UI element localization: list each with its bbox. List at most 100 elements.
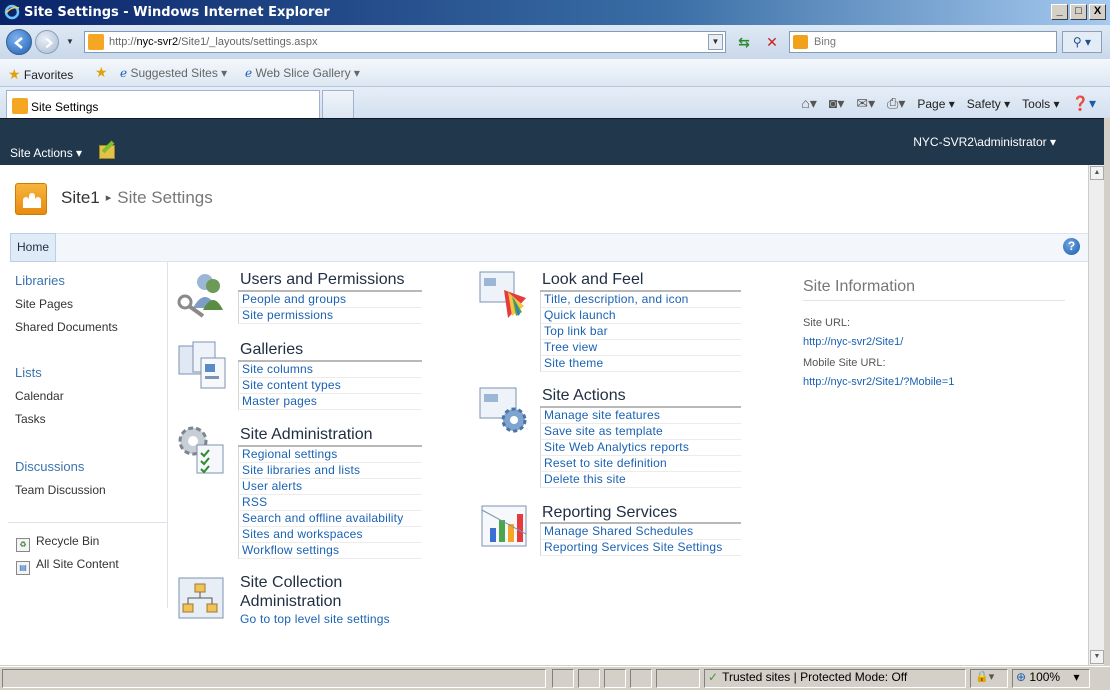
web-slice-gallery-link[interactable]: ℯ Web Slice Gallery ▾ — [245, 66, 360, 80]
status-bar: ✓ Trusted sites | Protected Mode: Off 🔒▾ … — [0, 666, 1110, 690]
home-icon[interactable]: ⌂▾ — [801, 95, 816, 112]
sidebar-item-team-discussion[interactable]: Team Discussion — [15, 483, 106, 497]
top-link-bar: Home — [10, 233, 1088, 262]
site-permissions-link[interactable]: Site permissions — [238, 308, 422, 324]
delete-site-link[interactable]: Delete this site — [540, 472, 741, 488]
zoom-level[interactable]: ⊕ 100% ▾ — [1016, 670, 1079, 684]
search-button[interactable]: ⚲ ▾ — [1062, 31, 1102, 53]
forward-button[interactable] — [35, 30, 59, 54]
print-icon[interactable]: ⎙▾ — [887, 95, 905, 112]
rss-link[interactable]: RSS — [238, 495, 422, 511]
all-site-content-link[interactable]: ▤ All Site Content — [16, 557, 119, 575]
site-theme-link[interactable]: Site theme — [540, 356, 741, 372]
tab-home[interactable]: Home — [10, 233, 57, 262]
maximize-button[interactable]: □ — [1070, 4, 1087, 20]
sites-workspaces-link[interactable]: Sites and workspaces — [238, 527, 422, 543]
site-actions-menu[interactable]: Site Actions ▾ — [10, 146, 82, 160]
people-and-groups-link[interactable]: People and groups — [238, 292, 422, 308]
recent-pages-dropdown-icon[interactable]: ▼ — [66, 37, 74, 46]
site-information-heading: Site Information — [803, 278, 916, 295]
status-cell — [656, 669, 700, 688]
site-logo[interactable] — [15, 183, 47, 215]
site-favicon-icon — [12, 98, 28, 114]
scroll-down-icon[interactable]: ▼ — [1090, 650, 1104, 664]
reporting-services-site-settings-link[interactable]: Reporting Services Site Settings — [540, 540, 741, 556]
tree-view-link[interactable]: Tree view — [540, 340, 741, 356]
site-actions-icon — [479, 387, 527, 433]
scroll-up-icon[interactable]: ▲ — [1090, 166, 1104, 180]
vertical-scrollbar[interactable]: ▲ ▼ — [1088, 165, 1104, 665]
galleries-links: Site columns Site content types Master p… — [238, 360, 422, 410]
site-libraries-lists-link[interactable]: Site libraries and lists — [238, 463, 422, 479]
save-site-as-template-link[interactable]: Save site as template — [540, 424, 741, 440]
safety-menu[interactable]: Safety ▾ — [967, 97, 1010, 111]
master-pages-link[interactable]: Master pages — [238, 394, 422, 410]
suggested-sites-link[interactable]: ℯ Suggested Sites ▾ — [120, 66, 227, 80]
help-icon[interactable]: ❓▾ — [1072, 95, 1096, 112]
address-dropdown-icon[interactable]: ▼ — [708, 34, 723, 50]
manage-shared-schedules-link[interactable]: Manage Shared Schedules — [540, 524, 741, 540]
favorites-bar: ★ Favorites ★ ℯ Suggested Sites ▾ ℯ Web … — [0, 59, 1110, 87]
help-icon[interactable]: ? — [1063, 238, 1080, 255]
user-menu[interactable]: NYC-SVR2\administrator ▾ — [913, 135, 1056, 149]
regional-settings-link[interactable]: Regional settings — [238, 447, 422, 463]
address-input[interactable]: http://nyc-svr2/Site1/_layouts/settings.… — [84, 31, 726, 53]
users-permissions-links: People and groups Site permissions — [238, 290, 422, 324]
status-cell — [630, 669, 652, 688]
sidebar-heading-lists[interactable]: Lists — [15, 365, 42, 380]
sidebar-heading-libraries[interactable]: Libraries — [15, 273, 65, 288]
breadcrumb: Site1 ▸ Site Settings — [61, 188, 213, 208]
edit-page-icon[interactable] — [99, 145, 115, 159]
site-web-analytics-link[interactable]: Site Web Analytics reports — [540, 440, 741, 456]
site-actions-heading: Site Actions — [542, 387, 626, 404]
quick-launch-link[interactable]: Quick launch — [540, 308, 741, 324]
mail-icon[interactable]: ✉▾ — [856, 95, 875, 112]
breadcrumb-separator: ▸ — [105, 192, 112, 204]
reset-site-definition-link[interactable]: Reset to site definition — [540, 456, 741, 472]
minimize-button[interactable]: _ — [1051, 4, 1068, 20]
sidebar-item-tasks[interactable]: Tasks — [15, 412, 46, 426]
sidebar-item-calendar[interactable]: Calendar — [15, 389, 64, 403]
workflow-settings-link[interactable]: Workflow settings — [238, 543, 422, 559]
recycle-bin-link[interactable]: ♻ Recycle Bin — [16, 534, 99, 552]
look-and-feel-icon — [479, 271, 526, 318]
site-columns-link[interactable]: Site columns — [238, 362, 422, 378]
site-information-divider — [803, 300, 1065, 301]
window-title-bar: Site Settings - Windows Internet Explore… — [0, 0, 1110, 25]
check-icon: ✓ — [708, 670, 719, 684]
zoom-icon: ⊕ — [1016, 670, 1027, 684]
site-collection-administration-heading-line2: Administration — [240, 593, 342, 610]
top-level-site-settings-link[interactable]: Go to top level site settings — [240, 612, 390, 626]
site-administration-links: Regional settings Site libraries and lis… — [238, 445, 422, 559]
refresh-icon[interactable]: ⇆ — [734, 32, 754, 52]
top-link-bar-link[interactable]: Top link bar — [540, 324, 741, 340]
user-alerts-link[interactable]: User alerts — [238, 479, 422, 495]
sharepoint-ribbon: Site Actions ▾ NYC-SVR2\administrator ▾ — [0, 118, 1104, 165]
site-url-value[interactable]: http://nyc-svr2/Site1/ — [803, 336, 903, 348]
sidebar-heading-discussions[interactable]: Discussions — [15, 459, 84, 474]
sidebar-item-site-pages[interactable]: Site Pages — [15, 297, 73, 311]
add-to-favorites-icon[interactable]: ★ — [95, 64, 108, 81]
tools-menu[interactable]: Tools ▾ — [1022, 97, 1059, 111]
search-input[interactable]: Bing — [789, 31, 1057, 53]
security-zone: ✓ Trusted sites | Protected Mode: Off — [708, 670, 908, 684]
title-description-icon-link[interactable]: Title, description, and icon — [540, 292, 741, 308]
back-button[interactable] — [6, 29, 32, 55]
sidebar-item-shared-documents[interactable]: Shared Documents — [15, 320, 118, 334]
new-tab-button[interactable] — [322, 90, 354, 118]
mobile-site-url-value[interactable]: http://nyc-svr2/Site1/?Mobile=1 — [803, 376, 954, 388]
manage-site-features-link[interactable]: Manage site features — [540, 408, 741, 424]
close-button[interactable]: X — [1089, 4, 1106, 20]
site-content-types-link[interactable]: Site content types — [238, 378, 422, 394]
feeds-icon[interactable]: ◙▾ — [829, 95, 844, 112]
galleries-icon — [178, 341, 226, 389]
look-and-feel-heading: Look and Feel — [542, 271, 644, 288]
favorites-button[interactable]: ★ Favorites — [8, 66, 73, 83]
stop-icon[interactable]: ✕ — [762, 32, 782, 52]
breadcrumb-site-link[interactable]: Site1 — [61, 188, 100, 207]
lock-dropdown-icon[interactable]: 🔒▾ — [975, 670, 994, 683]
page-menu[interactable]: Page ▾ — [917, 97, 954, 111]
search-offline-availability-link[interactable]: Search and offline availability — [238, 511, 422, 527]
tab-site-settings[interactable]: Site Settings — [6, 90, 320, 118]
reporting-services-icon — [481, 505, 527, 547]
